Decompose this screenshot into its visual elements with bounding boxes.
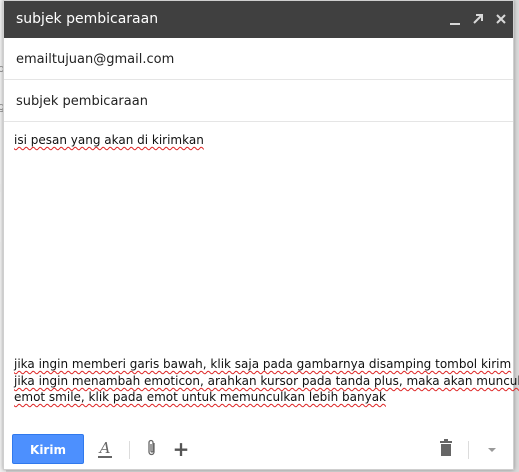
- message-body[interactable]: isi pesan yang akan di kirimkan jika ing…: [4, 123, 519, 423]
- compose-toolbar: Kirim A +: [4, 429, 513, 469]
- subject-field[interactable]: subjek pembicaraan: [4, 81, 513, 122]
- chevron-down-icon[interactable]: [482, 439, 502, 459]
- background-fragment: l: [0, 240, 1, 253]
- subject-value: subjek pembicaraan: [16, 94, 148, 109]
- plus-icon[interactable]: +: [171, 439, 191, 459]
- toolbar-divider: [129, 441, 130, 459]
- recipients-field[interactable]: emailtujuan@gmail.com: [4, 39, 513, 80]
- body-line: jika ingin memberi garis bawah, klik saj…: [14, 357, 512, 371]
- compose-title: subjek pembicaraan: [16, 11, 159, 27]
- trash-icon[interactable]: [436, 439, 456, 459]
- compose-window: subjek pembicaraan emailtujuan@gmail.com…: [3, 0, 519, 470]
- paperclip-icon[interactable]: [142, 439, 162, 459]
- minimize-icon[interactable]: [445, 8, 465, 30]
- body-line: emot smile, klik pada emot untuk memuncu…: [14, 390, 386, 404]
- body-line: jika ingin menambah emoticon, arahkan ku…: [14, 374, 519, 388]
- popout-icon[interactable]: [468, 8, 488, 30]
- background-fragment: l: [0, 182, 1, 195]
- body-line: isi pesan yang akan di kirimkan: [14, 133, 204, 147]
- close-icon[interactable]: [491, 8, 511, 30]
- recipients-value: emailtujuan@gmail.com: [16, 52, 175, 67]
- text-format-icon[interactable]: A: [95, 439, 115, 459]
- toolbar-divider: [468, 441, 469, 459]
- compose-titlebar[interactable]: subjek pembicaraan: [4, 1, 513, 38]
- send-button[interactable]: Kirim: [12, 434, 84, 464]
